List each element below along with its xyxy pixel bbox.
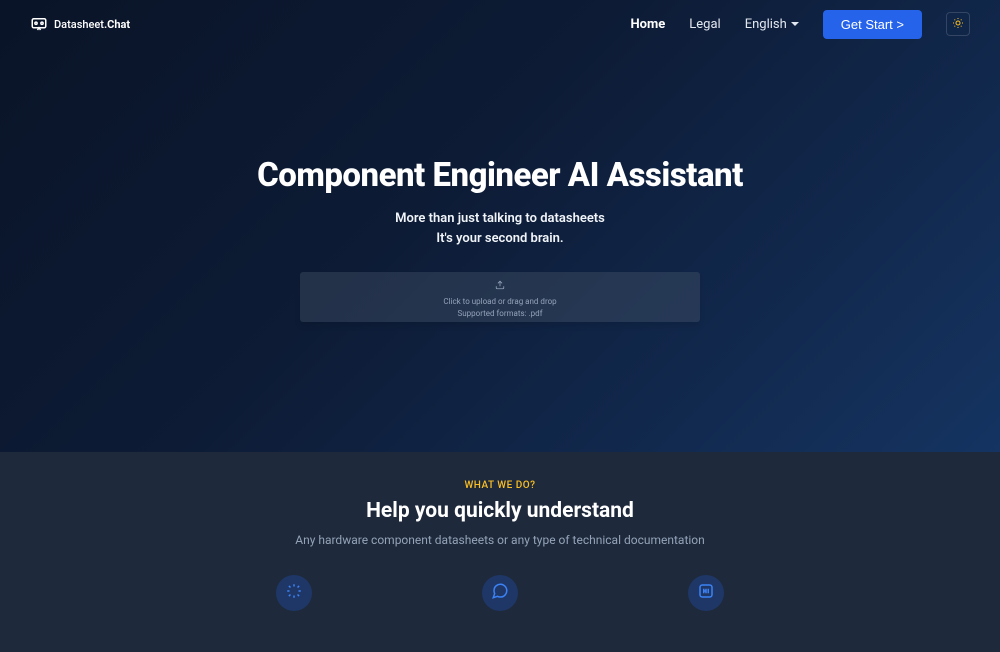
- get-start-button[interactable]: Get Start >: [823, 10, 922, 39]
- section-eyebrow: WHAT WE DO?: [0, 480, 1000, 491]
- ai-icon: [697, 582, 715, 604]
- feature-icon-3: [688, 575, 724, 611]
- what-we-do-section: WHAT WE DO? Help you quickly understand …: [0, 452, 1000, 652]
- logo[interactable]: Datasheet.Chat: [30, 15, 130, 33]
- feature-icon-row: [0, 575, 1000, 611]
- hero-section: Component Engineer AI Assistant More tha…: [0, 48, 1000, 322]
- language-dropdown[interactable]: English: [745, 17, 799, 32]
- sun-icon: [952, 17, 964, 32]
- upload-box[interactable]: Click to upload or drag and drop Support…: [300, 272, 700, 322]
- hero-subtitle-line2: It's your second brain.: [0, 229, 1000, 249]
- language-label: English: [745, 17, 787, 32]
- logo-text: Datasheet.Chat: [54, 18, 130, 31]
- header: Datasheet.Chat Home Legal English Get St…: [0, 0, 1000, 48]
- upload-text-line2: Supported formats: .pdf: [458, 308, 543, 319]
- nav-legal[interactable]: Legal: [689, 17, 720, 32]
- hero-subtitle: More than just talking to datasheets It'…: [0, 209, 1000, 248]
- hero-title: Component Engineer AI Assistant: [0, 156, 1000, 195]
- nav-home[interactable]: Home: [630, 17, 665, 32]
- theme-toggle[interactable]: [946, 12, 970, 36]
- upload-icon: [495, 275, 505, 294]
- feature-icon-2: [482, 575, 518, 611]
- nav: Home Legal English Get Start >: [630, 10, 970, 39]
- upload-text-line1: Click to upload or drag and drop: [443, 296, 556, 307]
- chat-icon: [491, 582, 509, 604]
- section-title: Help you quickly understand: [0, 499, 1000, 523]
- section-subtitle: Any hardware component datasheets or any…: [0, 533, 1000, 547]
- sparkle-icon: [285, 582, 303, 604]
- feature-icon-1: [276, 575, 312, 611]
- hero-subtitle-line1: More than just talking to datasheets: [0, 209, 1000, 229]
- logo-icon: [30, 15, 48, 33]
- caret-down-icon: [791, 22, 799, 26]
